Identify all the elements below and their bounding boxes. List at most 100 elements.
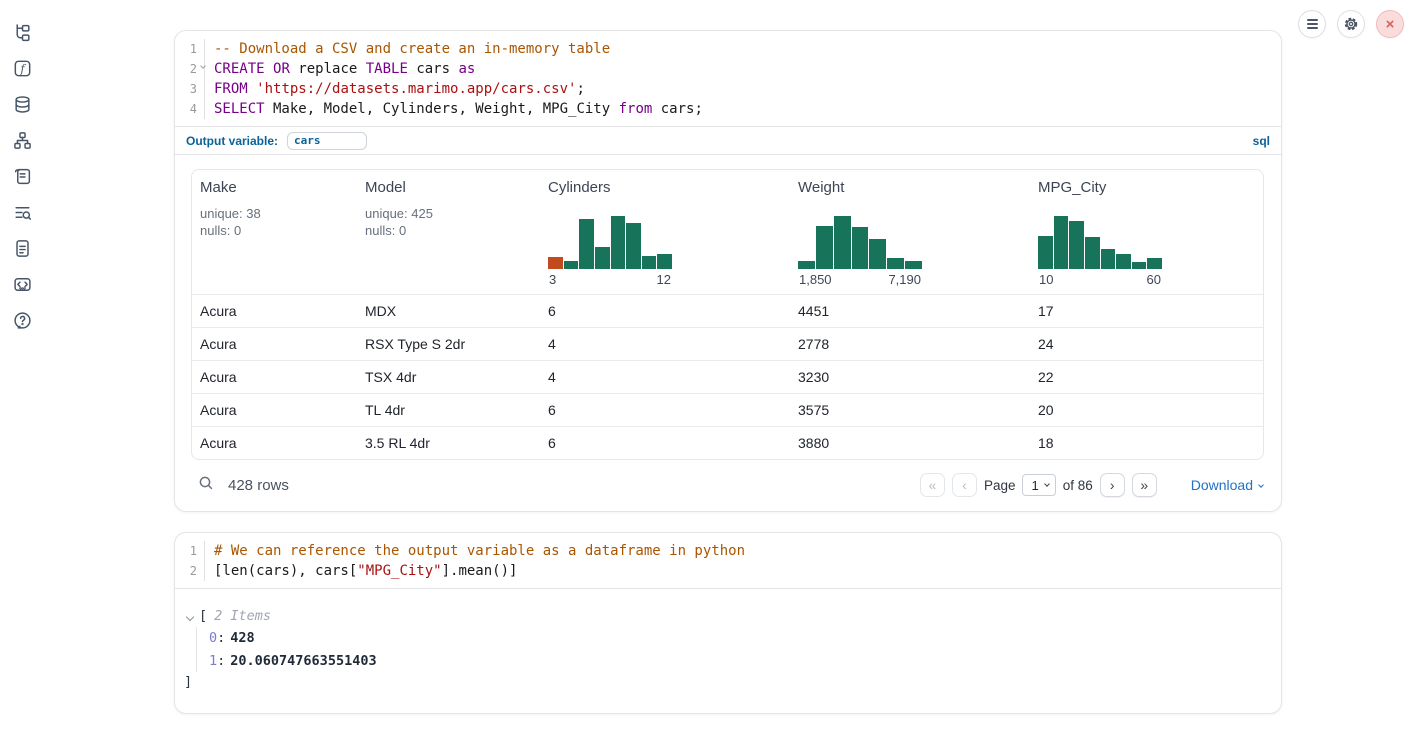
python-editor[interactable]: 1# We can reference the output variable … [175, 533, 1281, 588]
fold-chevron-icon[interactable] [200, 63, 206, 69]
tree-items: 0:4281:20.060747663551403 [196, 627, 1271, 672]
table-cell: TL 4dr [357, 402, 540, 418]
histogram-bar [1101, 249, 1116, 269]
row-count: 428 rows [228, 477, 289, 494]
page-select[interactable]: 1 [1022, 474, 1055, 496]
column-histogram[interactable]: 312 [548, 216, 672, 287]
notebook: 1-- Download a CSV and create an in-memo… [174, 30, 1282, 734]
histogram-bar [816, 226, 833, 269]
code-line: 3FROM 'https://datasets.marimo.app/cars.… [175, 79, 1281, 99]
settings-button[interactable] [1337, 10, 1365, 38]
histogram-bar [1116, 254, 1131, 269]
tree-items-count: 2 Items [214, 606, 271, 627]
result-tree: [ 2 Items 0:4281:20.060747663551403 ] [175, 588, 1281, 713]
table-cell: 4 [540, 369, 790, 385]
sql-editor[interactable]: 1-- Download a CSV and create an in-memo… [175, 31, 1281, 126]
code-snippets-icon[interactable] [12, 274, 32, 294]
table-cell: 6 [540, 435, 790, 451]
code-text: [len(cars), cars["MPG_City"].mean()] [205, 563, 517, 579]
code-line: 1# We can reference the output variable … [175, 541, 1281, 561]
database-icon[interactable] [12, 94, 32, 114]
histogram-bar [548, 257, 563, 269]
column-header[interactable]: Weight 1,8507,190 [790, 170, 1030, 294]
output-variable-label: Output variable: [186, 134, 278, 148]
pagination: « ‹ Page 1 of 86 › » Download [920, 473, 1263, 497]
table-row: AcuraTSX 4dr4323022 [192, 360, 1263, 393]
table-cell: 3.5 RL 4dr [357, 435, 540, 451]
line-number: 4 [175, 99, 205, 119]
table-cell: 3880 [790, 435, 1030, 451]
search-list-icon[interactable] [12, 202, 32, 222]
search-icon[interactable] [198, 475, 214, 496]
table-cell: Acura [192, 369, 357, 385]
histogram-bar [657, 254, 672, 269]
settings-gear-icon [1343, 16, 1359, 32]
close-button[interactable]: × [1376, 10, 1404, 38]
histogram-range-labels: 1060 [1038, 272, 1162, 287]
tree-entry: 1:20.060747663551403 [209, 650, 1271, 673]
data-table: Makeunique: 38nulls: 0Modelunique: 425nu… [191, 169, 1264, 460]
column-header[interactable]: Modelunique: 425nulls: 0 [357, 170, 540, 294]
code-line: 1-- Download a CSV and create an in-memo… [175, 39, 1281, 59]
table-cell: Acura [192, 303, 357, 319]
tree-expander-icon[interactable] [186, 612, 194, 620]
column-histogram[interactable]: 1060 [1038, 216, 1162, 287]
column-header[interactable]: Makeunique: 38nulls: 0 [192, 170, 357, 294]
table-header: Makeunique: 38nulls: 0Modelunique: 425nu… [192, 170, 1263, 294]
sidebar: f [0, 0, 44, 729]
histogram-bar [626, 223, 641, 269]
column-header[interactable]: MPG_City1060 [1030, 170, 1263, 294]
histogram-bar [579, 219, 594, 269]
histogram-bar [834, 216, 851, 269]
histogram-bar [1038, 236, 1053, 269]
table-body: AcuraMDX6445117AcuraRSX Type S 2dr427782… [192, 294, 1263, 459]
line-number: 2 [175, 59, 205, 79]
line-number: 1 [175, 39, 205, 59]
first-page-button[interactable]: « [920, 473, 945, 497]
column-histogram[interactable]: 1,8507,190 [798, 216, 922, 287]
column-name: Weight [798, 179, 1022, 196]
table-footer: 428 rows « ‹ Page 1 of 86 › » Download [191, 460, 1264, 497]
histogram-bar [595, 247, 610, 269]
histogram-bar [852, 227, 869, 269]
table-cell: 4 [540, 336, 790, 352]
tree-entry: 0:428 [209, 627, 1271, 650]
help-icon[interactable] [12, 310, 32, 330]
table-cell: 6 [540, 303, 790, 319]
table-cell: 18 [1030, 435, 1263, 451]
table-cell: 6 [540, 402, 790, 418]
dependency-graph-icon[interactable] [12, 130, 32, 150]
top-actions: × [1298, 10, 1404, 38]
histogram-bar [1132, 262, 1147, 269]
histogram-range-labels: 312 [548, 272, 672, 287]
sql-output-area: Makeunique: 38nulls: 0Modelunique: 425nu… [175, 155, 1281, 511]
page-total-label: of 86 [1063, 478, 1093, 493]
histogram-bar [798, 261, 815, 269]
histogram-bar [564, 261, 579, 269]
next-page-button[interactable]: › [1100, 473, 1125, 497]
document-icon[interactable] [12, 238, 32, 258]
file-tree-icon[interactable] [12, 22, 32, 42]
last-page-button[interactable]: » [1132, 473, 1157, 497]
table-row: AcuraTL 4dr6357520 [192, 393, 1263, 426]
python-cell: 1# We can reference the output variable … [174, 532, 1282, 714]
table-cell: 2778 [790, 336, 1030, 352]
close-icon: × [1386, 16, 1395, 33]
table-cell: 4451 [790, 303, 1030, 319]
tree-close-bracket: ] [180, 672, 1271, 692]
prev-page-button[interactable]: ‹ [952, 473, 977, 497]
table-cell: TSX 4dr [357, 369, 540, 385]
page-select-value: 1 [1031, 478, 1038, 493]
function-icon[interactable]: f [12, 58, 32, 78]
histogram-bar [1069, 221, 1084, 269]
output-variable-input[interactable] [287, 132, 367, 150]
menu-button[interactable] [1298, 10, 1326, 38]
histogram-bar [1147, 258, 1162, 269]
code-line: 4SELECT Make, Model, Cylinders, Weight, … [175, 99, 1281, 119]
scroll-icon[interactable] [12, 166, 32, 186]
download-button[interactable]: Download [1191, 477, 1263, 493]
table-cell: RSX Type S 2dr [357, 336, 540, 352]
histogram-bar [642, 256, 657, 269]
column-header[interactable]: Cylinders312 [540, 170, 790, 294]
column-name: Model [365, 179, 532, 196]
